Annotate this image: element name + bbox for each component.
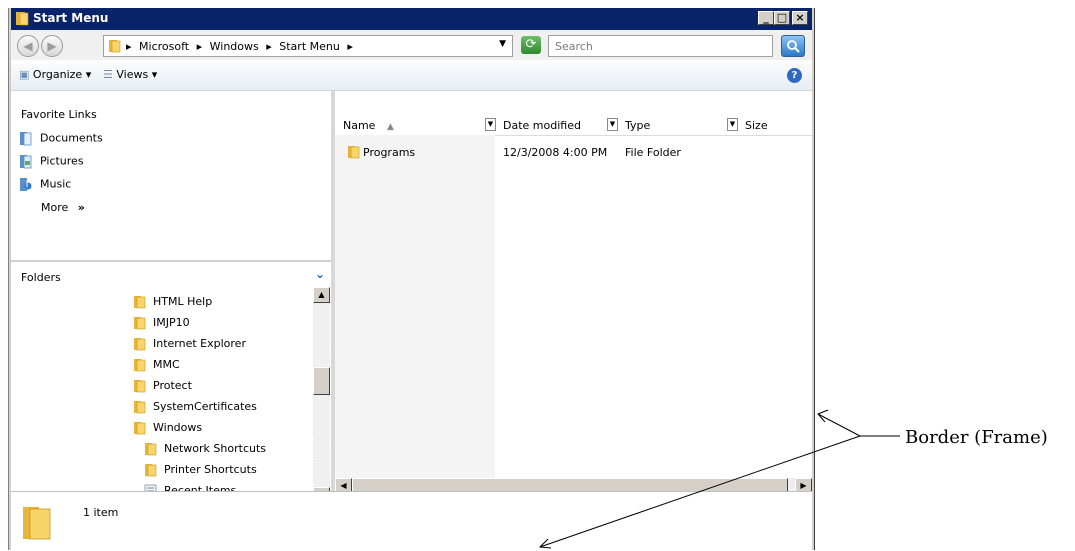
annotation-arrows	[538, 409, 900, 549]
annotation-label: Border (Frame)	[905, 427, 1048, 448]
